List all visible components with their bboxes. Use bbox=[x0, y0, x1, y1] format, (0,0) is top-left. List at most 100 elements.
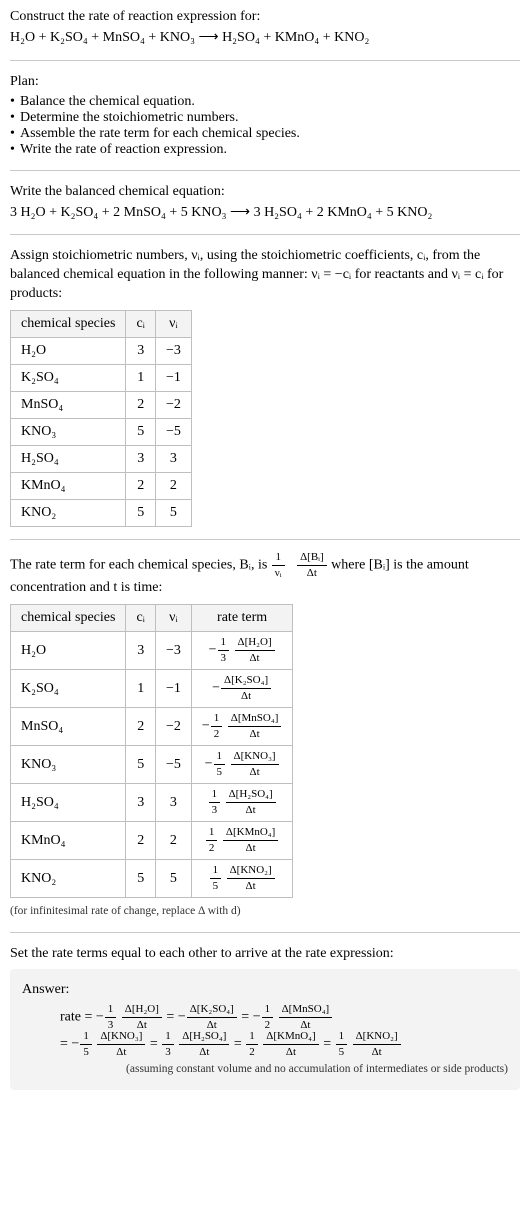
plan-item-text: Write the rate of reaction expression. bbox=[20, 142, 227, 158]
frac-den: Δt bbox=[187, 1018, 237, 1031]
cell-species: MnSO₄ bbox=[11, 708, 126, 746]
delta-fraction: Δ[MnSO₄]Δt bbox=[228, 713, 282, 740]
plan-item: •Write the rate of reaction expression. bbox=[10, 142, 520, 158]
rate-term-delta-fraction: Δ[Bᵢ] Δt bbox=[297, 552, 327, 579]
frac-num: 1 bbox=[80, 1031, 92, 1045]
cell-rate-term: −Δ[K₂SO₄]Δt bbox=[191, 670, 292, 708]
delta-fraction: Δ[KNO₂]Δt bbox=[353, 1031, 401, 1058]
plan-section: Plan: •Balance the chemical equation. •D… bbox=[10, 73, 520, 158]
frac-den: 5 bbox=[80, 1045, 92, 1058]
rate-term-expr: 13 Δ[H₂SO₄]Δt bbox=[208, 789, 277, 816]
cell-c: 3 bbox=[126, 632, 156, 670]
frac-den: Δt bbox=[228, 727, 282, 740]
cell-rate-term: 13 Δ[H₂SO₄]Δt bbox=[191, 784, 292, 822]
coef-fraction: 15 bbox=[80, 1031, 92, 1058]
cell-species: KMnO₄ bbox=[11, 473, 126, 500]
cell-species: H₂O bbox=[11, 338, 126, 365]
coef-fraction: 13 bbox=[218, 637, 230, 664]
cell-rate-term: −12 Δ[MnSO₄]Δt bbox=[191, 708, 292, 746]
cell-species: K₂SO₄ bbox=[11, 670, 126, 708]
coef-fraction: 13 bbox=[105, 1004, 117, 1031]
frac-num: 1 bbox=[209, 789, 221, 803]
frac-den: 5 bbox=[336, 1045, 348, 1058]
sign: − bbox=[205, 757, 213, 772]
cell-rate-term: −13 Δ[H₂O]Δt bbox=[191, 632, 292, 670]
delta-fraction: Δ[KNO₃]Δt bbox=[231, 751, 279, 778]
cell-c: 1 bbox=[126, 365, 156, 392]
rate-term-expr: −15 Δ[KNO₃]Δt bbox=[71, 1031, 146, 1058]
final-lead: Set the rate terms equal to each other t… bbox=[10, 945, 520, 964]
sign: − bbox=[253, 1010, 261, 1025]
coef-fraction: 15 bbox=[210, 865, 222, 892]
cell-c: 2 bbox=[126, 473, 156, 500]
cell-species: K₂SO₄ bbox=[11, 365, 126, 392]
sign: − bbox=[209, 643, 217, 658]
cell-c: 5 bbox=[126, 860, 156, 898]
coef-fraction: 13 bbox=[209, 789, 221, 816]
frac-den: Δt bbox=[223, 841, 278, 854]
frac-num: Δ[Bᵢ] bbox=[297, 552, 327, 566]
col-species: chemical species bbox=[11, 605, 126, 632]
equals-sign: = bbox=[230, 1037, 245, 1052]
document-page: Construct the rate of reaction expressio… bbox=[0, 0, 530, 1108]
spacer bbox=[222, 871, 226, 886]
spacer bbox=[289, 556, 293, 575]
plan-item-text: Balance the chemical equation. bbox=[20, 94, 195, 110]
spacer bbox=[223, 719, 227, 734]
rate-term-coef-fraction: 1 νᵢ bbox=[272, 552, 285, 579]
prompt-text: Construct the rate of reaction expressio… bbox=[10, 8, 520, 27]
table-row: K₂SO₄1−1−Δ[K₂SO₄]Δt bbox=[11, 670, 293, 708]
plan-item: •Determine the stoichiometric numbers. bbox=[10, 110, 520, 126]
rate-term-expr: 15 Δ[KNO₂]Δt bbox=[335, 1031, 402, 1058]
frac-num: 1 bbox=[218, 637, 230, 651]
table-row: KNO₂5515 Δ[KNO₂]Δt bbox=[11, 860, 293, 898]
frac-den: 2 bbox=[206, 841, 218, 854]
cell-nu: −1 bbox=[155, 670, 191, 708]
rate-term-expr: −15 Δ[KNO₃]Δt bbox=[205, 751, 280, 778]
stoich-numbers-intro: Assign stoichiometric numbers, νᵢ, using… bbox=[10, 247, 520, 304]
frac-den: 3 bbox=[162, 1045, 174, 1058]
rate-term-table: chemical species cᵢ νᵢ rate term H₂O3−3−… bbox=[10, 604, 293, 898]
frac-num: Δ[KMnO₄] bbox=[223, 827, 278, 841]
separator bbox=[10, 170, 520, 171]
frac-num: 1 bbox=[246, 1031, 258, 1045]
frac-num: Δ[KNO₂] bbox=[353, 1031, 401, 1045]
spacer bbox=[221, 795, 225, 810]
prompt-section: Construct the rate of reaction expressio… bbox=[10, 8, 520, 48]
rate-expression-line-2: = −15 Δ[KNO₃]Δt = 13 Δ[H₂SO₄]Δt = 12 Δ[K… bbox=[22, 1031, 508, 1058]
frac-den: Δt bbox=[235, 651, 275, 664]
cell-nu: 3 bbox=[155, 446, 191, 473]
frac-num: 1 bbox=[336, 1031, 348, 1045]
cell-c: 5 bbox=[126, 419, 156, 446]
frac-num: Δ[KNO₃] bbox=[231, 751, 279, 765]
frac-num: Δ[H₂O] bbox=[235, 637, 275, 651]
cell-nu: −3 bbox=[155, 338, 191, 365]
table-row: KNO₃5−5−15 Δ[KNO₃]Δt bbox=[11, 746, 293, 784]
table-header-row: chemical species cᵢ νᵢ bbox=[11, 311, 192, 338]
balanced-section: Write the balanced chemical equation: 3 … bbox=[10, 183, 520, 223]
coef-fraction: 13 bbox=[162, 1031, 174, 1058]
equals-sign: = bbox=[238, 1010, 253, 1025]
rate-term-footnote: (for infinitesimal rate of change, repla… bbox=[10, 904, 520, 920]
cell-species: H₂SO₄ bbox=[11, 446, 126, 473]
plan-title: Plan: bbox=[10, 73, 520, 92]
rate-term-section: The rate term for each chemical species,… bbox=[10, 552, 520, 919]
col-species: chemical species bbox=[11, 311, 126, 338]
frac-num: 1 bbox=[262, 1004, 274, 1018]
frac-den: 3 bbox=[218, 651, 230, 664]
cell-nu: 2 bbox=[155, 822, 191, 860]
answer-box: Answer: rate = −13 Δ[H₂O]Δt = −Δ[K₂SO₄]Δ… bbox=[10, 969, 520, 1089]
rate-term-intro-before: The rate term for each chemical species,… bbox=[10, 558, 271, 573]
frac-den: 2 bbox=[246, 1045, 258, 1058]
coef-fraction: 15 bbox=[336, 1031, 348, 1058]
cell-nu: −2 bbox=[155, 708, 191, 746]
equals-sign: = bbox=[163, 1010, 178, 1025]
cell-rate-term: 15 Δ[KNO₂]Δt bbox=[191, 860, 292, 898]
cell-nu: −1 bbox=[155, 365, 191, 392]
bullet-icon: • bbox=[10, 110, 20, 126]
rate-term-expr: −12 Δ[MnSO₄]Δt bbox=[253, 1004, 333, 1031]
coef-fraction: 12 bbox=[211, 713, 223, 740]
cell-rate-term: 12 Δ[KMnO₄]Δt bbox=[191, 822, 292, 860]
spacer bbox=[230, 643, 234, 658]
sign: − bbox=[96, 1010, 104, 1025]
